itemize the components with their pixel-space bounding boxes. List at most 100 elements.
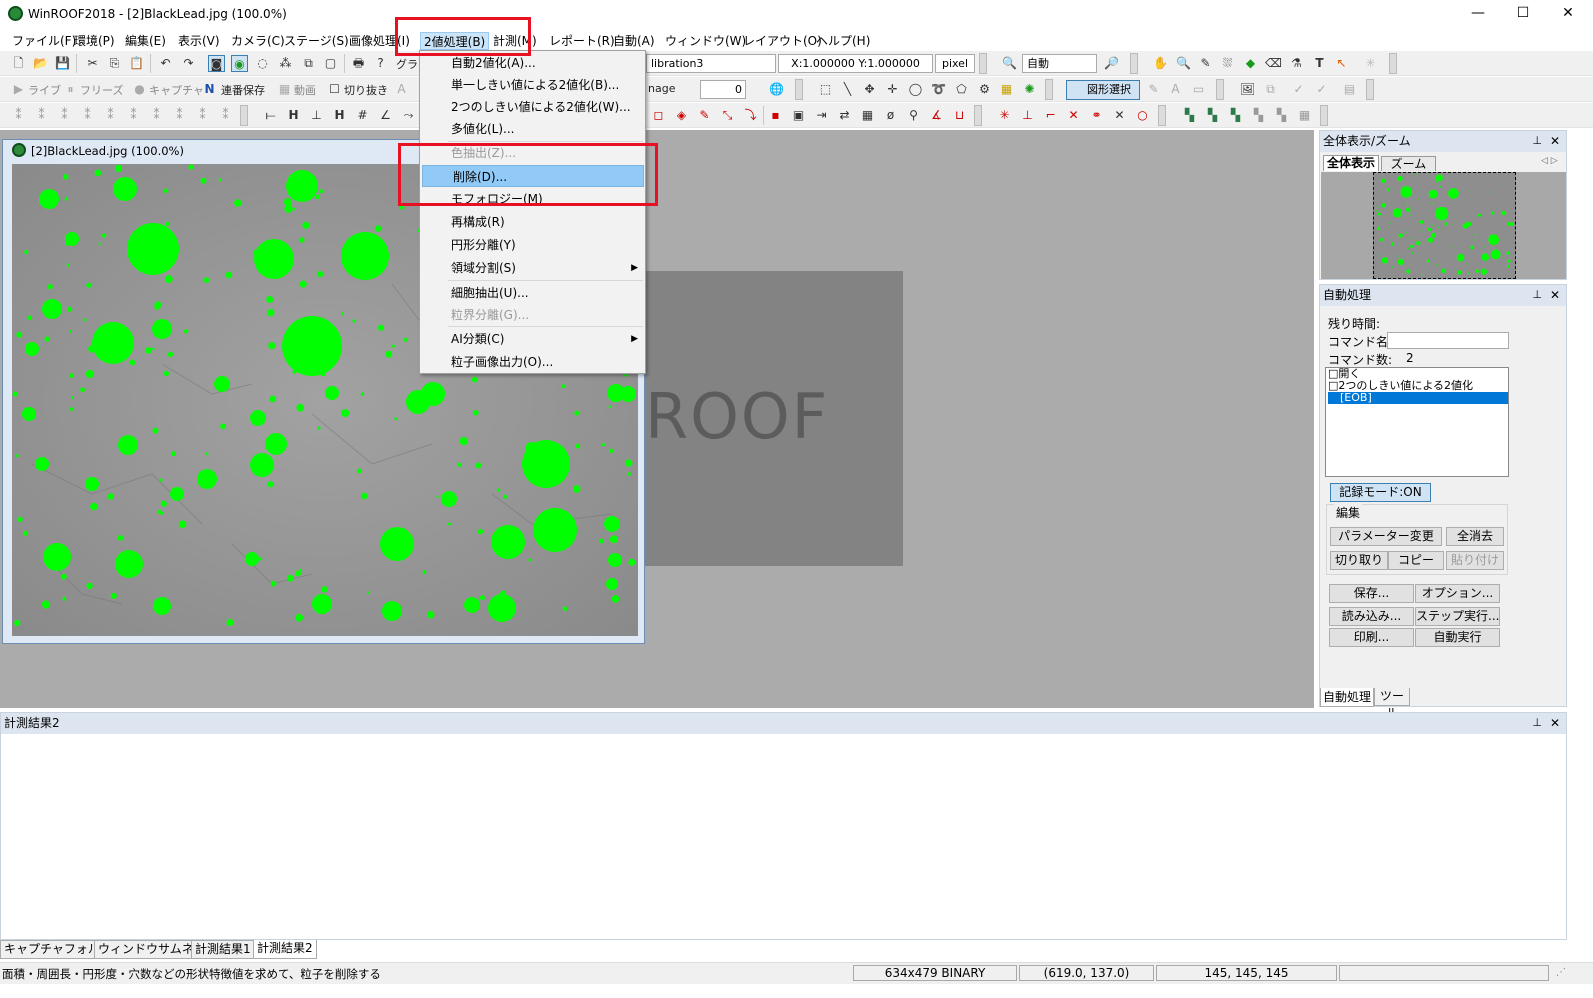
menu-image-processing[interactable]: 画像処理(I) — [346, 32, 413, 50]
letter-a-icon[interactable]: A — [1167, 81, 1184, 98]
menu-item-auto-binarize[interactable]: 自動2値化(A)... — [421, 52, 644, 74]
tab-results-1[interactable]: 計測結果1 — [191, 940, 255, 959]
measure-tool-5-icon[interactable]: ⁑ — [102, 107, 119, 124]
menu-stage[interactable]: ステージ(S) — [281, 32, 352, 50]
clear-all-button[interactable]: 全消去 — [1446, 527, 1504, 546]
menu-item-dual-threshold[interactable]: 2つのしきい値による2値化(W)... — [421, 96, 644, 118]
fill-icon[interactable]: ⛆ — [1219, 55, 1236, 72]
text-tool-icon[interactable]: T — [1311, 55, 1328, 72]
capture-label[interactable]: キャプチャ — [149, 82, 204, 98]
menu-window[interactable]: ウィンドウ(W) — [662, 32, 749, 50]
menu-item-particle-export[interactable]: 粒子画像出力(O)... — [421, 351, 644, 373]
menu-item-single-threshold[interactable]: 単一しきい値による2値化(B)... — [421, 74, 644, 96]
measure-shape-5-icon[interactable]: ⤵ — [742, 107, 759, 124]
zoom-in-icon[interactable]: 🔎 — [1103, 55, 1120, 72]
link-icon[interactable]: ⚭ — [1088, 107, 1105, 124]
freeze-label[interactable]: フリーズ — [80, 82, 123, 98]
pin-icon[interactable]: ⊥ — [1532, 713, 1542, 733]
layout-2-icon[interactable]: ▚ — [1204, 107, 1221, 124]
cut-icon[interactable]: ✂ — [84, 55, 101, 72]
tab-overview[interactable]: 全体表示 — [1323, 155, 1379, 171]
freeze-icon[interactable]: ⏸ — [62, 81, 79, 98]
measure-shape-9-icon[interactable]: ⇄ — [836, 107, 853, 124]
layout-5-icon[interactable]: ▚ — [1273, 107, 1290, 124]
check2-icon[interactable]: ✓ — [1313, 81, 1330, 98]
arrow-tool-icon[interactable]: ↖ — [1333, 55, 1350, 72]
menu-item-cell-extract[interactable]: 細胞抽出(U)... — [421, 282, 644, 304]
layout-6-icon[interactable]: ▦ — [1296, 107, 1313, 124]
measure-shape-4-icon[interactable]: ⤡ — [719, 107, 736, 124]
save-button[interactable]: 保存... — [1329, 584, 1414, 603]
cross-2-icon[interactable]: ✕ — [1065, 107, 1082, 124]
help-icon[interactable]: ? — [372, 55, 389, 72]
layout-4-icon[interactable]: ▚ — [1250, 107, 1267, 124]
cross-3-icon[interactable]: ✕ — [1111, 107, 1128, 124]
menu-item-color-extract[interactable]: 色抽出(Z)... — [421, 142, 644, 164]
grid-icon[interactable]: ▦ — [998, 81, 1015, 98]
hatch-icon[interactable]: # — [354, 107, 371, 124]
step-icon[interactable]: ⌐ — [1042, 107, 1059, 124]
paste-icon[interactable]: 📋 — [128, 55, 145, 72]
eraser-icon[interactable]: ⌫ — [1265, 55, 1282, 72]
maximize-button[interactable]: ☐ — [1500, 0, 1546, 28]
movie-icon[interactable]: ▦ — [276, 81, 293, 98]
menu-view[interactable]: 表示(V) — [175, 32, 223, 50]
save-icon[interactable]: 💾 — [54, 55, 71, 72]
measure-tool-6-icon[interactable]: ⁑ — [125, 107, 142, 124]
frame-icon[interactable]: ▢ — [322, 55, 339, 72]
menu-item-multilevel[interactable]: 多値化(L)... — [421, 118, 644, 140]
value-spinner[interactable]: 0 — [700, 80, 746, 99]
measure-shape-13-icon[interactable]: ∡ — [928, 107, 945, 124]
pin-icon[interactable]: ⊥ — [1532, 285, 1542, 305]
command-list[interactable]: □開く □2つのしきい値による2値化 [EOB] — [1325, 367, 1509, 477]
close-icon[interactable]: ✕ — [1550, 713, 1560, 733]
measure-shape-2-icon[interactable]: ◈ — [673, 107, 690, 124]
tool-icon[interactable]: ⚙ — [976, 81, 993, 98]
tab-scroll-arrows[interactable]: ◁ ▷ — [1541, 156, 1558, 166]
tab-tool[interactable]: ツール — [1374, 688, 1410, 720]
menu-item-region-split[interactable]: 領域分割(S) ▶ — [421, 257, 644, 279]
menu-file[interactable]: ファイル(F) — [9, 32, 79, 50]
calibration-select[interactable]: libration3 — [646, 54, 776, 73]
layout-3-icon[interactable]: ▚ — [1227, 107, 1244, 124]
capture-icon[interactable]: ● — [131, 81, 148, 98]
poly-icon[interactable]: ⬠ — [953, 81, 970, 98]
close-icon[interactable]: ✕ — [1550, 131, 1560, 151]
measure-tool-3-icon[interactable]: ⁑ — [56, 107, 73, 124]
h-measure-icon[interactable]: H — [285, 107, 302, 124]
zoom-select[interactable]: 自動 — [1022, 54, 1097, 73]
perp-icon[interactable]: ⊥ — [1019, 107, 1036, 124]
close-icon[interactable]: ✕ — [1550, 285, 1560, 305]
multi-icon[interactable]: ⧉ — [300, 55, 317, 72]
measure-shape-3-icon[interactable]: ✎ — [696, 107, 713, 124]
command-item-eob[interactable]: [EOB] — [1328, 392, 1508, 404]
open-icon[interactable]: 📂 — [32, 55, 49, 72]
measure-tool-10-icon[interactable]: ⁑ — [217, 107, 234, 124]
h2-measure-icon[interactable]: H — [331, 107, 348, 124]
command-name-field[interactable] — [1387, 332, 1509, 349]
measure-tool-1-icon[interactable]: ⁑ — [10, 107, 27, 124]
crop-label[interactable]: 切り抜き — [344, 82, 388, 98]
magnifier-icon[interactable]: 🔍 — [1175, 55, 1192, 72]
minimize-button[interactable]: — — [1455, 0, 1501, 28]
text-a-icon[interactable]: A — [393, 81, 410, 98]
pencil2-icon[interactable]: ✎ — [1145, 81, 1162, 98]
new-icon[interactable]: 🗋 — [10, 55, 27, 72]
overview-thumbnail[interactable] — [1373, 172, 1516, 279]
measure-tool-9-icon[interactable]: ⁑ — [194, 107, 211, 124]
tab-zoom[interactable]: ズーム — [1381, 156, 1436, 171]
redo-icon[interactable]: ↷ — [180, 55, 197, 72]
auto-run-button[interactable]: 自動実行 — [1415, 628, 1500, 647]
move2-icon[interactable]: ✛ — [884, 81, 901, 98]
movie-label[interactable]: 動画 — [294, 82, 316, 98]
layers-icon[interactable]: ⧉ — [1262, 81, 1279, 98]
measure-shape-6-icon[interactable]: ▪ — [767, 107, 784, 124]
measure-shape-11-icon[interactable]: ø — [882, 107, 899, 124]
image-insert-icon[interactable]: 🖼 — [1239, 81, 1256, 98]
measure-tool-4-icon[interactable]: ⁑ — [79, 107, 96, 124]
live-label[interactable]: ライブ — [28, 82, 61, 98]
hand-icon[interactable]: ✋ — [1152, 55, 1169, 72]
measure-shape-7-icon[interactable]: ▣ — [790, 107, 807, 124]
copy-icon[interactable]: ⎘ — [106, 55, 123, 72]
menu-item-morphology[interactable]: モフォロジー(M) — [421, 188, 644, 210]
